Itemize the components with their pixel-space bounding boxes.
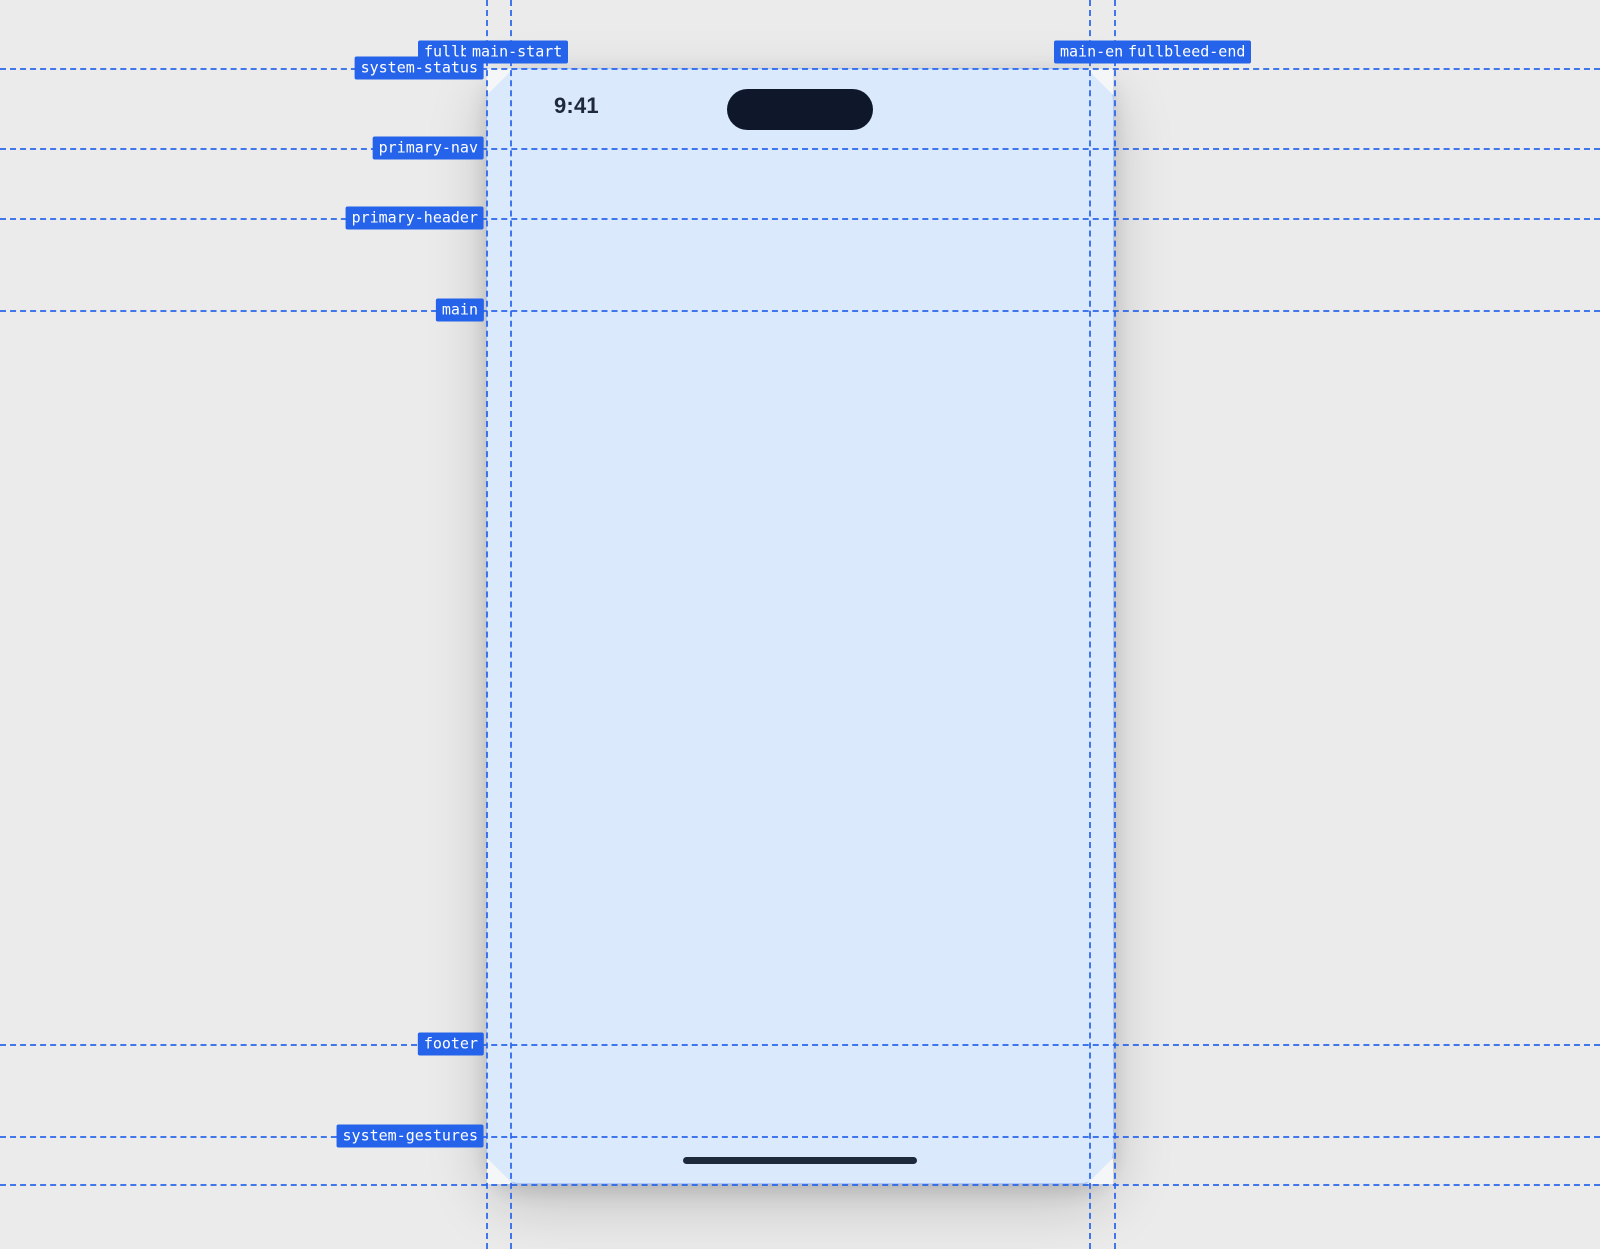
resize-handle-top-left[interactable] <box>487 69 513 95</box>
guide-label-footer: footer <box>418 1033 484 1056</box>
guide-label-primary-nav: primary-nav <box>373 137 484 160</box>
guide-fullbleed-end[interactable] <box>1114 0 1116 1249</box>
resize-handle-bottom-left[interactable] <box>487 1158 513 1184</box>
device-frame[interactable]: 9:41 <box>486 68 1114 1184</box>
resize-handle-top-right[interactable] <box>1087 69 1113 95</box>
dynamic-island-icon <box>727 89 873 130</box>
layout-canvas: 9:41 fullbleed-start main-start main-end… <box>0 0 1600 1249</box>
guide-label-primary-header: primary-header <box>346 207 484 230</box>
guide-label-fullbleed-end: fullbleed-end <box>1122 41 1251 64</box>
home-indicator-icon <box>683 1157 917 1164</box>
guide-label-system-status: system-status <box>355 57 484 80</box>
guide-bottom[interactable] <box>0 1184 1600 1186</box>
status-bar-time: 9:41 <box>554 93 599 119</box>
guide-label-main: main <box>436 299 484 322</box>
resize-handle-bottom-right[interactable] <box>1087 1158 1113 1184</box>
guide-label-system-gestures: system-gestures <box>337 1125 484 1148</box>
